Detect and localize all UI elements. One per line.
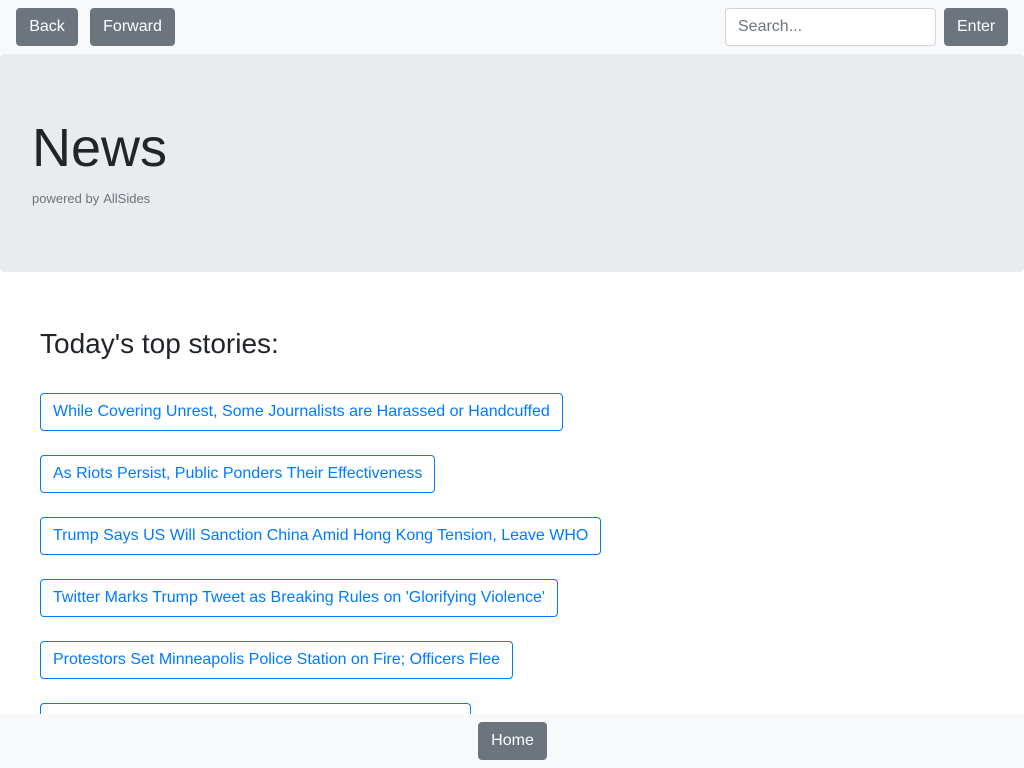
source-name: AllSides xyxy=(103,191,151,206)
top-navbar: Back Forward Enter xyxy=(0,0,1024,54)
stories-list: While Covering Unrest, Some Journalists … xyxy=(40,393,984,765)
powered-by-line: powered by AllSides xyxy=(32,191,150,207)
story-button[interactable]: As Riots Persist, Public Ponders Their E… xyxy=(40,455,436,493)
story-button[interactable]: Twitter Marks Trump Tweet as Breaking Ru… xyxy=(40,579,558,617)
top-stories-heading: Today's top stories: xyxy=(40,328,279,359)
search-input[interactable] xyxy=(725,8,936,46)
story-button[interactable]: While Covering Unrest, Some Journalists … xyxy=(40,393,563,431)
story-button[interactable]: Protestors Set Minneapolis Police Statio… xyxy=(40,641,514,679)
page-title: News xyxy=(32,118,168,178)
forward-button[interactable]: Forward xyxy=(90,8,175,46)
powered-by-label: powered by xyxy=(32,191,100,206)
back-button[interactable]: Back xyxy=(16,8,78,46)
header-jumbotron: News powered by AllSides xyxy=(0,54,1024,272)
story-button[interactable]: Trump Says US Will Sanction China Amid H… xyxy=(40,517,602,555)
home-button[interactable]: Home xyxy=(478,722,547,760)
enter-button[interactable]: Enter xyxy=(944,8,1008,46)
bottom-bar: Home xyxy=(0,714,1024,768)
